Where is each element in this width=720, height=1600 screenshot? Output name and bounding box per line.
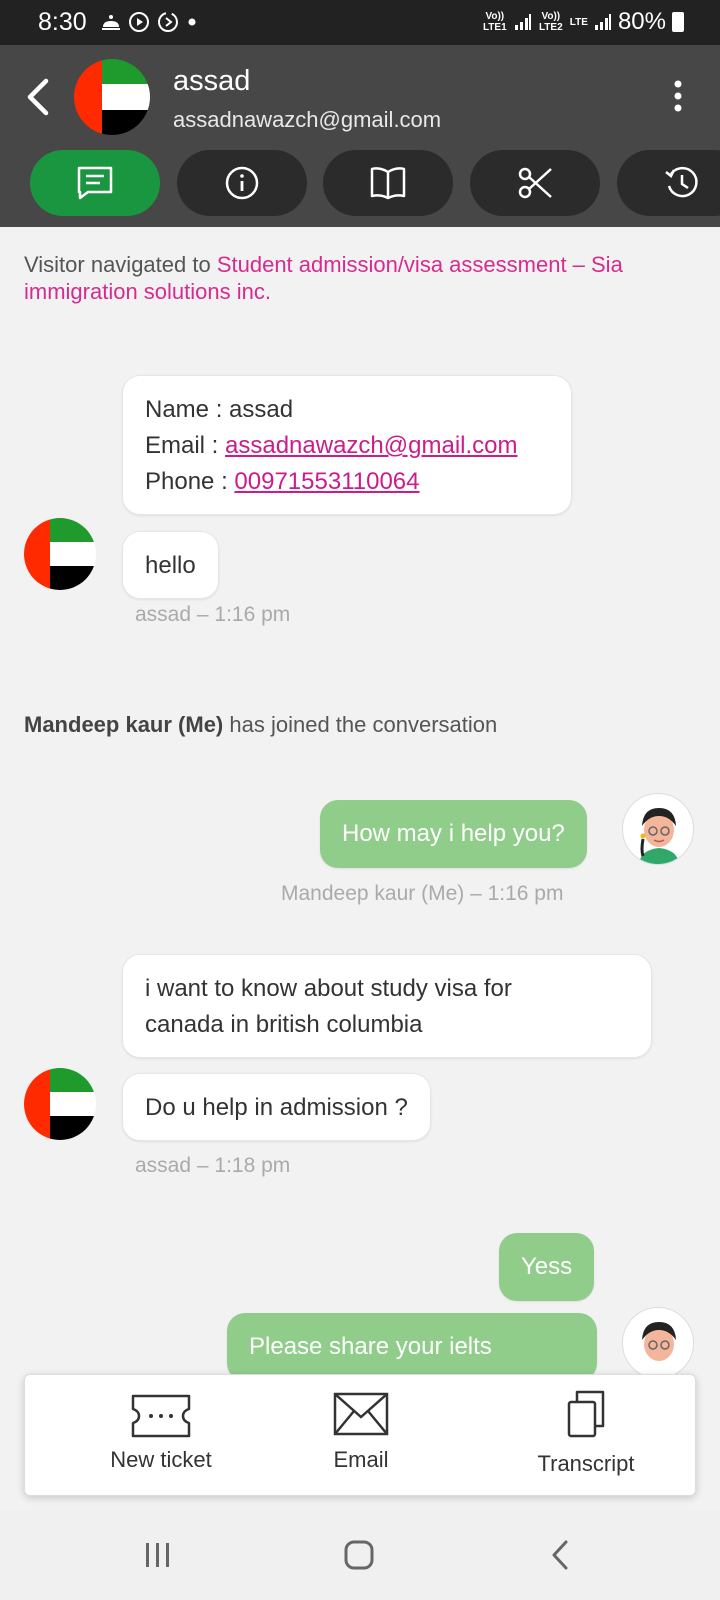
sim2-label: Vo)) LTE2 [538, 11, 563, 33]
agent-face-icon [639, 808, 679, 864]
tab-canned[interactable] [470, 150, 600, 216]
visitor-name: assad [173, 65, 251, 97]
agent-avatar [622, 793, 694, 865]
message-timestamp: assad – 1:16 pm [135, 603, 291, 626]
info-phone-link[interactable]: 00971553110064 [234, 468, 419, 495]
back-arrow-icon[interactable] [22, 77, 52, 117]
book-icon [370, 167, 406, 200]
tab-chat[interactable] [30, 150, 160, 216]
media-icon [158, 12, 178, 32]
chat-actions-menu: New ticket Email Transcript [24, 1374, 696, 1496]
transcript-label: Transcript [537, 1451, 635, 1476]
visitor-email: assadnawazch@gmail.com [173, 107, 442, 132]
visitor-avatar [24, 1068, 96, 1140]
recent-apps-icon[interactable] [143, 1540, 173, 1570]
agent-message: Yess [499, 1233, 595, 1301]
tab-knowledge[interactable] [323, 150, 453, 216]
conversation-tabs [0, 150, 720, 216]
chat-icon [77, 166, 113, 200]
agent-message: How may i help you? [320, 800, 587, 868]
more-options-icon[interactable] [668, 78, 688, 118]
visitor-message: hello [122, 531, 219, 599]
scissors-icon [518, 167, 552, 199]
email-button[interactable]: Email [261, 1375, 461, 1497]
new-ticket-button[interactable]: New ticket [61, 1375, 261, 1497]
chat-area[interactable]: Visitor navigated to Student admission/v… [0, 227, 720, 1510]
lte-label: LTE [569, 16, 588, 28]
agent-avatar [622, 1307, 694, 1379]
visitor-info-card: Name : assad Email : assadnawazch@gmail.… [122, 375, 572, 515]
visitor-message: i want to know about study visa for cana… [122, 954, 652, 1058]
info-email-link[interactable]: assadnawazch@gmail.com [225, 432, 518, 459]
new-ticket-label: New ticket [110, 1447, 212, 1472]
sim1-label: Vo)) LTE1 [482, 11, 507, 33]
history-icon [665, 166, 698, 198]
email-label: Email [333, 1447, 389, 1472]
visitor-avatar[interactable] [74, 59, 150, 135]
status-right: Vo)) LTE1 Vo)) LTE2 LTE 80% [482, 8, 684, 36]
tab-info[interactable] [177, 150, 307, 216]
join-event: Mandeep kaur (Me) has joined the convers… [24, 712, 498, 737]
battery-icon [672, 12, 684, 32]
status-time: 8:30 [38, 8, 87, 36]
visitor-avatar [24, 518, 96, 590]
uae-flag-icon [74, 59, 150, 135]
message-timestamp: assad – 1:18 pm [135, 1154, 291, 1177]
agent-message: Please share your ielts [227, 1313, 597, 1381]
conversation-header: assad assadnawazch@gmail.com [0, 45, 720, 227]
dot-icon [188, 18, 196, 26]
signal-icon [594, 14, 611, 30]
transcript-button[interactable]: Transcript [486, 1375, 686, 1497]
info-icon [225, 166, 259, 200]
nav-back-icon[interactable] [548, 1539, 572, 1571]
info-name: assad [229, 396, 294, 423]
navigation-event: Visitor navigated to Student admission/v… [24, 252, 623, 304]
play-circle-icon [129, 12, 149, 32]
envelope-icon [333, 1392, 389, 1436]
weather-icon [102, 15, 120, 30]
visitor-message: Do u help in admission ? [122, 1073, 431, 1141]
status-notification-icons [100, 10, 198, 34]
signal-icon [514, 14, 531, 30]
message-timestamp: Mandeep kaur (Me) – 1:16 pm [281, 882, 564, 905]
battery-percent: 80% [617, 8, 666, 35]
uae-flag-icon [24, 1068, 96, 1140]
status-bar: 8:30 Vo)) LTE1 Vo)) LTE2 LTE 80% [0, 0, 720, 45]
system-nav-bar [0, 1510, 720, 1600]
ticket-icon [131, 1394, 191, 1438]
home-icon[interactable] [343, 1539, 375, 1571]
uae-flag-icon [24, 518, 96, 590]
agent-face-icon [642, 1322, 676, 1361]
tab-history[interactable] [617, 150, 720, 216]
copy-icon [567, 1390, 605, 1438]
